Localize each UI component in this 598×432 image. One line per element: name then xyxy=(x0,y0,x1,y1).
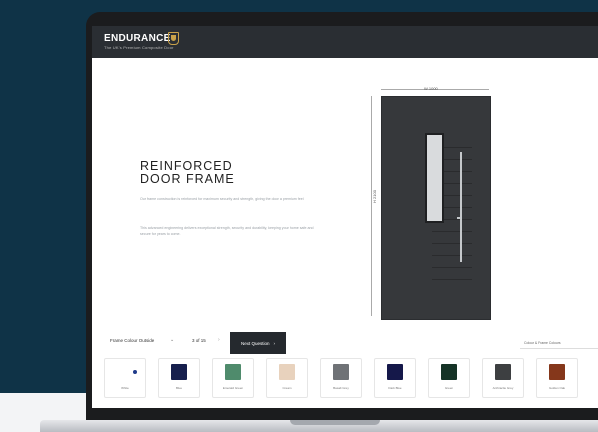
page-title: REINFORCED DOOR FRAME xyxy=(140,160,280,186)
swatch-label: Blue xyxy=(175,386,182,390)
swatch-card-anthracite-grey[interactable]: Anthracite Grey xyxy=(482,358,524,398)
description-paragraph-1: Our frame construction is reinforced for… xyxy=(140,197,304,201)
swatch-card-cream[interactable]: Cream xyxy=(266,358,308,398)
brand-logo-text[interactable]: ENDURANCE xyxy=(104,33,171,44)
swatch-label: White xyxy=(121,386,129,390)
swatch-card-dark-blue[interactable]: Dark Blue xyxy=(374,358,416,398)
swatch-label: Basalt Grey xyxy=(333,386,349,390)
door-panel-groove xyxy=(432,267,472,268)
swatch-card-green[interactable]: Green xyxy=(428,358,470,398)
door-panel-groove xyxy=(432,255,472,256)
door-glass-panel xyxy=(425,133,444,223)
chevron-down-icon[interactable]: ⌄ xyxy=(170,337,174,343)
door-panel-groove xyxy=(432,279,472,280)
swatch-label: Anthracite Grey xyxy=(492,386,514,390)
colour-swatch-list: White Blue Emerald Green Cream Basalt Gr… xyxy=(104,358,598,400)
door-height-dimension-line xyxy=(371,96,372,316)
door-preview xyxy=(381,96,491,320)
colour-help-link[interactable]: Colour & Frame Colours xyxy=(524,341,561,345)
laptop-screen: ENDURANCE The UK's Premium Composite Doo… xyxy=(92,26,598,408)
swatch-label: Emerald Green xyxy=(222,386,244,390)
door-width-label: W 1000 xyxy=(424,86,438,91)
swatch-card-basalt-grey[interactable]: Basalt Grey xyxy=(320,358,362,398)
laptop-opening-notch xyxy=(290,420,380,425)
swatch-color xyxy=(387,364,403,380)
swatch-card-white[interactable]: White xyxy=(104,358,146,398)
swatch-color xyxy=(441,364,457,380)
swatch-label: Dark Blue xyxy=(388,386,402,390)
swatch-color xyxy=(333,364,349,380)
swatch-color xyxy=(279,364,295,380)
top-navigation-bar: ENDURANCE The UK's Premium Composite Doo… xyxy=(92,26,598,58)
shield-logo-icon xyxy=(168,32,179,45)
door-bar-handle xyxy=(460,152,462,262)
arrow-right-icon: › xyxy=(273,340,276,346)
swatch-label: Golden Oak xyxy=(548,386,565,390)
title-line-2: DOOR FRAME xyxy=(140,172,235,186)
swatch-color xyxy=(495,364,511,380)
swatch-color xyxy=(549,364,565,380)
swatch-label: Cream xyxy=(282,386,292,390)
swatch-color xyxy=(117,364,133,380)
swatch-card-emerald-green[interactable]: Emerald Green xyxy=(212,358,254,398)
door-panel-groove xyxy=(432,243,472,244)
door-height-label: H 2100 xyxy=(371,190,377,203)
swatch-color xyxy=(225,364,241,380)
door-handle-bracket xyxy=(457,217,462,219)
configurator-toolbar: Frame Colour Outside ⌄ 3 of 15 › Next Qu… xyxy=(92,330,598,354)
brand-tagline: The UK's Premium Composite Door xyxy=(104,45,174,50)
swatch-label: Green xyxy=(444,386,454,390)
swatch-card-golden-oak[interactable]: Golden Oak xyxy=(536,358,578,398)
step-counter: 3 of 15 xyxy=(192,338,206,343)
swatch-card-blue[interactable]: Blue xyxy=(158,358,200,398)
swatch-color xyxy=(171,364,187,380)
question-selector[interactable]: Frame Colour Outside xyxy=(110,338,154,343)
help-link-divider xyxy=(520,348,598,349)
description-paragraph-2: This advanced engineering delivers excep… xyxy=(140,226,314,236)
next-question-label: Next Question xyxy=(240,340,270,346)
door-panel-groove xyxy=(432,231,472,232)
selected-indicator-icon xyxy=(133,370,137,374)
separator-icon: › xyxy=(218,337,220,343)
next-question-button[interactable]: Next Question › xyxy=(230,332,286,354)
